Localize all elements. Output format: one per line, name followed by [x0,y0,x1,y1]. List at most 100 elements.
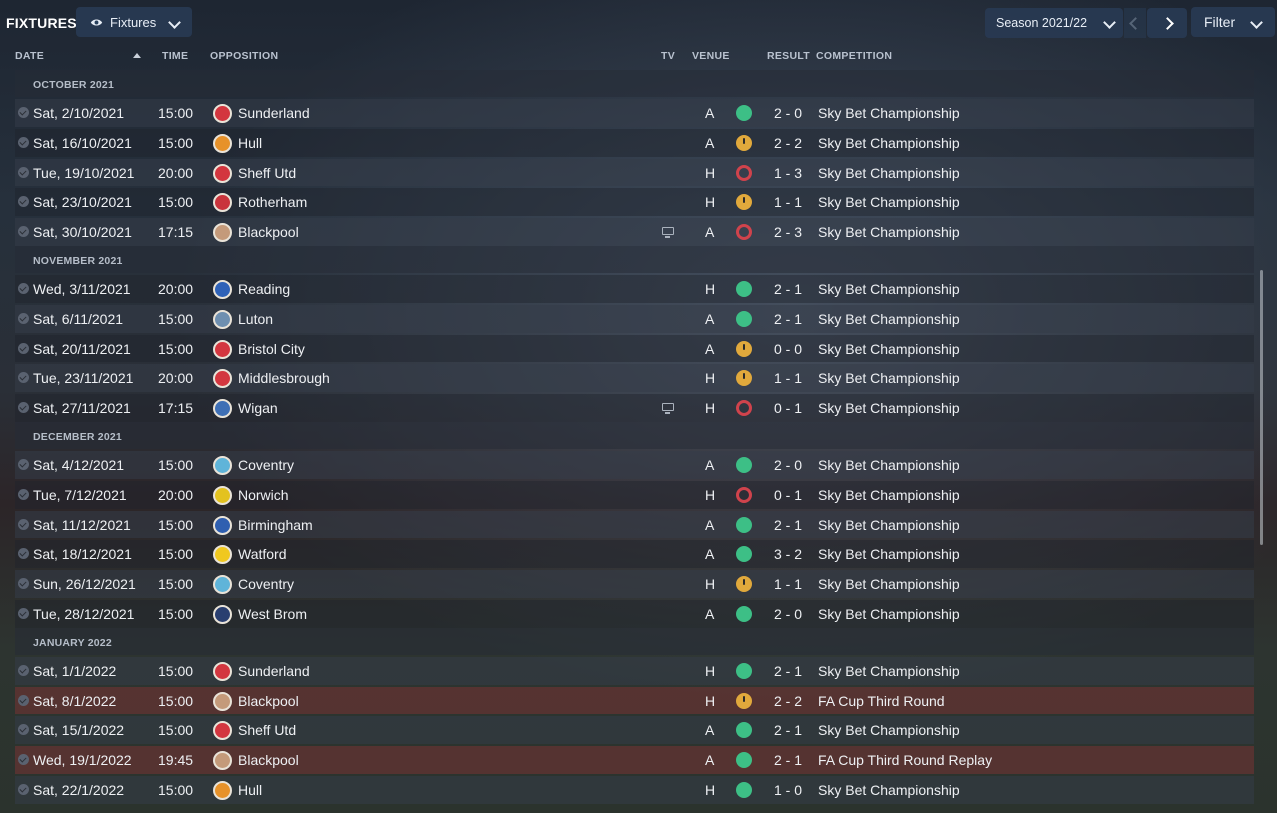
opponent-name[interactable]: Norwich [238,487,289,503]
club-badge-icon[interactable] [213,780,232,800]
next-season-button[interactable] [1147,8,1187,38]
fixture-competition[interactable]: Sky Bet Championship [818,311,960,327]
fixture-row[interactable]: Sat, 23/10/2021 15:00 Rotherham H 1 - 1 Sky B… [15,188,1254,217]
fixture-row[interactable]: Tue, 28/12/2021 15:00 West Brom A 2 - 0 Sky B… [15,599,1254,628]
fixture-result[interactable]: 2 - 1 [774,281,802,297]
club-badge-icon[interactable] [213,455,232,475]
fixture-row[interactable]: Sat, 30/10/2021 17:15 Blackpool A 2 - 3 Sky B… [15,218,1254,246]
opponent-name[interactable]: Wigan [238,400,278,416]
fixture-row[interactable]: Sat, 15/1/2022 15:00 Sheff Utd A 2 - 1 Sky Be… [15,716,1254,745]
fixture-competition[interactable]: Sky Bet Championship [818,782,960,798]
club-badge-icon[interactable] [213,133,232,153]
opponent-name[interactable]: Sheff Utd [238,722,296,738]
opponent-name[interactable]: Birmingham [238,517,313,533]
fixture-row[interactable]: Sat, 4/12/2021 15:00 Coventry A 2 - 0 Sky Bet… [15,450,1254,479]
fixture-competition[interactable]: Sky Bet Championship [818,546,960,562]
opponent-name[interactable]: Hull [238,135,262,151]
club-badge-icon[interactable] [213,751,232,771]
fixture-row[interactable]: Sat, 8/1/2022 15:00 Blackpool H 2 - 2 FA Cup … [15,686,1254,715]
previous-season-button[interactable] [1124,8,1146,38]
fixture-row[interactable]: Tue, 23/11/2021 20:00 Middlesbrough H 1 - 1 S… [15,364,1254,393]
fixture-result[interactable]: 3 - 2 [774,546,802,562]
fixture-row[interactable]: Sat, 2/10/2021 15:00 Sunderland A 2 - 0 Sky B… [15,99,1254,127]
fixture-competition[interactable]: FA Cup Third Round Replay [818,752,992,768]
opponent-name[interactable]: Rotherham [238,194,307,210]
fixture-competition[interactable]: Sky Bet Championship [818,400,960,416]
fixture-row[interactable]: Wed, 3/11/2021 20:00 Reading H 2 - 1 Sky Bet … [15,274,1254,303]
club-badge-icon[interactable] [213,309,232,329]
fixture-result[interactable]: 2 - 0 [774,606,802,622]
column-header-result[interactable]: RESULT [767,50,810,62]
fixture-row[interactable]: Wed, 19/1/2022 19:45 Blackpool A 2 - 1 FA Cup… [15,746,1254,774]
fixture-row[interactable]: Sat, 22/1/2022 15:00 Hull H 1 - 0 Sky Bet Cha… [15,775,1254,804]
fixture-result[interactable]: 2 - 2 [774,693,802,709]
fixture-result[interactable]: 2 - 1 [774,752,802,768]
sort-ascending-icon[interactable] [133,53,141,58]
fixture-result[interactable]: 1 - 1 [774,194,802,210]
fixture-result[interactable]: 2 - 2 [774,135,802,151]
fixture-competition[interactable]: Sky Bet Championship [818,722,960,738]
club-badge-icon[interactable] [213,604,232,624]
fixture-competition[interactable]: Sky Bet Championship [818,135,960,151]
fixture-result[interactable]: 1 - 1 [774,370,802,386]
fixture-competition[interactable]: Sky Bet Championship [818,487,960,503]
fixture-competition[interactable]: Sky Bet Championship [818,224,960,240]
club-badge-icon[interactable] [213,515,232,535]
club-badge-icon[interactable] [213,485,232,505]
fixture-result[interactable]: 2 - 3 [774,224,802,240]
fixture-competition[interactable]: Sky Bet Championship [818,663,960,679]
opponent-name[interactable]: Middlesbrough [238,370,330,386]
fixture-result[interactable]: 1 - 3 [774,165,802,181]
club-badge-icon[interactable] [213,193,232,213]
opponent-name[interactable]: Sheff Utd [238,165,296,181]
opponent-name[interactable]: Coventry [238,457,294,473]
fixture-competition[interactable]: Sky Bet Championship [818,341,960,357]
fixture-competition[interactable]: Sky Bet Championship [818,517,960,533]
club-badge-icon[interactable] [213,575,232,595]
club-badge-icon[interactable] [213,163,232,183]
fixture-result[interactable]: 1 - 1 [774,576,802,592]
opponent-name[interactable]: Blackpool [238,224,299,240]
club-badge-icon[interactable] [213,721,232,741]
fixture-competition[interactable]: Sky Bet Championship [818,370,960,386]
fixture-result[interactable]: 2 - 1 [774,517,802,533]
opponent-name[interactable]: Reading [238,281,290,297]
column-header-tv[interactable]: TV [661,50,675,62]
fixture-competition[interactable]: Sky Bet Championship [818,606,960,622]
fixture-row[interactable]: Sat, 16/10/2021 15:00 Hull A 2 - 2 Sky Bet Ch… [15,128,1254,157]
fixture-result[interactable]: 2 - 1 [774,311,802,327]
opponent-name[interactable]: Sunderland [238,663,310,679]
fixture-row[interactable]: Sat, 20/11/2021 15:00 Bristol City A 0 - 0 Sk… [15,334,1254,363]
column-header-time[interactable]: TIME [162,50,188,62]
fixture-competition[interactable]: Sky Bet Championship [818,194,960,210]
opponent-name[interactable]: Sunderland [238,105,310,121]
club-badge-icon[interactable] [213,104,232,123]
opponent-name[interactable]: West Brom [238,606,307,622]
club-badge-icon[interactable] [213,279,232,299]
fixture-result[interactable]: 1 - 0 [774,782,802,798]
fixture-row[interactable]: Tue, 19/10/2021 20:00 Sheff Utd H 1 - 3 Sky B… [15,158,1254,187]
season-dropdown[interactable]: Season 2021/22 [985,8,1123,38]
club-badge-icon[interactable] [213,691,232,711]
fixture-result[interactable]: 0 - 1 [774,400,802,416]
fixture-competition[interactable]: Sky Bet Championship [818,457,960,473]
club-badge-icon[interactable] [213,339,232,359]
fixture-row[interactable]: Sun, 26/12/2021 15:00 Coventry H 1 - 1 Sky Be… [15,570,1254,598]
fixture-result[interactable]: 2 - 0 [774,457,802,473]
fixture-row[interactable]: Sat, 1/1/2022 15:00 Sunderland H 2 - 1 Sky Be… [15,656,1254,685]
club-badge-icon[interactable] [213,545,232,565]
fixture-row[interactable]: Sat, 27/11/2021 17:15 Wigan H 0 - 1 Sky Bet C… [15,394,1254,422]
opponent-name[interactable]: Luton [238,311,273,327]
fixture-row[interactable]: Sat, 11/12/2021 15:00 Birmingham A 2 - 1 Sky … [15,510,1254,539]
fixture-result[interactable]: 0 - 1 [774,487,802,503]
fixture-result[interactable]: 2 - 1 [774,663,802,679]
fixture-row[interactable]: Sat, 6/11/2021 15:00 Luton A 2 - 1 Sky Bet Ch… [15,304,1254,333]
fixture-competition[interactable]: FA Cup Third Round [818,693,945,709]
opponent-name[interactable]: Bristol City [238,341,305,357]
opponent-name[interactable]: Coventry [238,576,294,592]
filter-button[interactable]: Filter [1191,7,1275,37]
fixture-result[interactable]: 0 - 0 [774,341,802,357]
column-header-opposition[interactable]: OPPOSITION [210,50,278,62]
scrollbar[interactable] [1260,270,1263,545]
fixture-competition[interactable]: Sky Bet Championship [818,105,960,121]
